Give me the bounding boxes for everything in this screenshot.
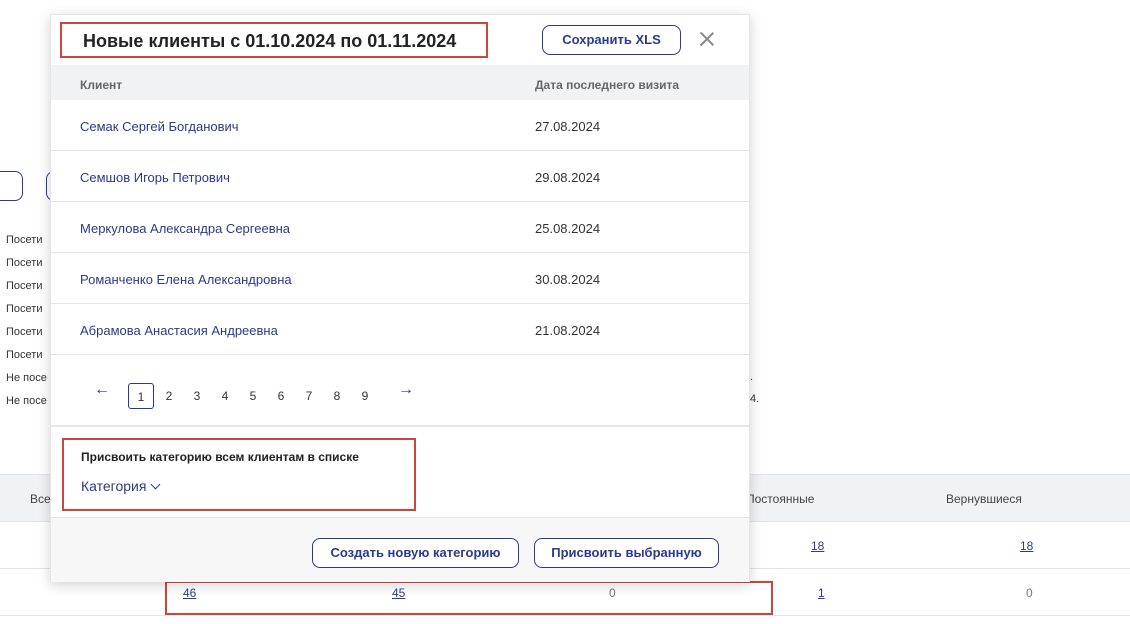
client-name-link[interactable]: Романченко Елена Александровна [80,272,292,287]
client-name-link[interactable]: Абрамова Анастасия Андреевна [80,323,278,338]
save-xls-button[interactable]: Сохранить XLS [542,25,681,55]
pagination: ← 1 2 3 4 5 6 7 8 9 → [51,375,749,425]
column-returned: Вернувшиеся [946,492,1022,506]
highlight-box [60,22,488,58]
table-row: Семак Сергей Богданович 27.08.2024 [51,100,749,151]
next-page-icon[interactable]: → [398,381,414,399]
page-5[interactable]: 5 [240,383,266,409]
page-2[interactable]: 2 [156,383,182,409]
list-tail-text: . [750,371,754,383]
page-8[interactable]: 8 [324,383,350,409]
close-icon[interactable] [696,28,718,50]
last-visit-date: 27.08.2024 [535,119,601,134]
clients-table-header: Клиент Дата последнего визита [51,65,749,100]
table-row: Романченко Елена Александровна 30.08.202… [51,253,749,304]
assign-selected-button[interactable]: Присвоить выбранную [534,538,719,568]
last-visit-date: 25.08.2024 [535,221,601,236]
permanent-count-link[interactable]: 18 [811,539,824,553]
highlight-box [62,438,416,511]
permanent-count-link[interactable]: 1 [818,586,825,600]
highlight-box [165,581,773,615]
page-3[interactable]: 3 [184,383,210,409]
client-name-link[interactable]: Меркулова Александра Сергеевна [80,221,290,236]
table-row: Меркулова Александра Сергеевна 25.08.202… [51,202,749,253]
client-name-link[interactable]: Семак Сергей Богданович [80,119,239,134]
page-9[interactable]: 9 [352,383,378,409]
table-row: Абрамова Анастасия Андреевна 21.08.2024 [51,304,749,355]
page-7[interactable]: 7 [296,383,322,409]
page-4[interactable]: 4 [212,383,238,409]
list-tail-text: 4. [750,393,760,405]
divider [51,425,749,427]
page-6[interactable]: 6 [268,383,294,409]
column-last-visit: Дата последнего визита [535,78,680,92]
last-visit-date: 30.08.2024 [535,272,601,287]
column-all: Все [30,492,51,506]
client-name-link[interactable]: Семшов Игорь Петрович [80,170,230,185]
create-category-button[interactable]: Создать новую категорию [312,538,519,568]
prev-page-icon[interactable]: ← [94,381,110,399]
background-button[interactable]: ь [0,171,23,201]
modal-footer: Создать новую категорию Присвоить выбран… [51,517,749,582]
returned-count-link[interactable]: 18 [1020,539,1033,553]
last-visit-date: 21.08.2024 [535,323,601,338]
table-row: Семшов Игорь Петрович 29.08.2024 [51,151,749,202]
column-client: Клиент [80,78,123,92]
returned-count-value: 0 [1026,586,1033,600]
page-1[interactable]: 1 [128,383,154,409]
last-visit-date: 29.08.2024 [535,170,601,185]
column-permanent: Постоянные [746,492,815,506]
